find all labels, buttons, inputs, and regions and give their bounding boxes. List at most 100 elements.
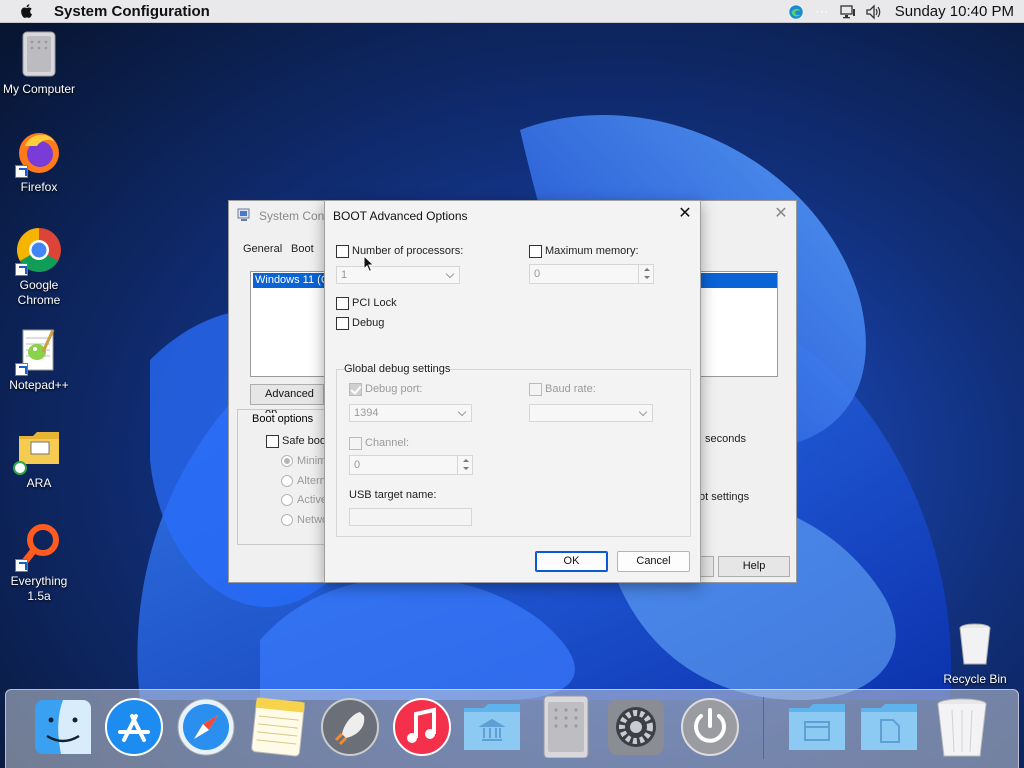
maximum-memory-label: Maximum memory: [545, 245, 639, 257]
desktop-icon-label: My Computer [2, 82, 76, 96]
chevron-down-icon [445, 269, 455, 279]
channel-label: Channel: [365, 437, 410, 449]
maximum-memory-spinner[interactable]: 0 [529, 264, 654, 284]
recycle-bin-icon [951, 620, 999, 668]
desktop-icon-chrome[interactable]: Google Chrome [0, 226, 79, 308]
mac-pro-icon [15, 30, 63, 78]
radio-alternate-shell[interactable] [281, 475, 293, 487]
safe-boot-checkbox[interactable] [266, 435, 279, 448]
everything-search-icon [15, 522, 63, 572]
timeout-seconds-label: seconds [705, 433, 746, 445]
desktop-icon-recycle-bin[interactable]: Recycle Bin [935, 620, 1015, 687]
mac-pro-icon[interactable] [534, 694, 598, 758]
advanced-options-button[interactable]: Advanced op [250, 384, 324, 419]
global-debug-settings-label: Global debug settings [344, 363, 451, 375]
desktop-icon-notepadpp[interactable]: Notepad++ [0, 326, 79, 393]
desktop-icon-label: Recycle Bin [943, 672, 1007, 686]
desktop-icon-label: Everything 1.5a [10, 574, 68, 603]
radio-active-label: Active [297, 494, 327, 506]
pci-lock-label: PCI Lock [352, 297, 397, 309]
number-of-processors-dropdown[interactable]: 1 [336, 266, 460, 284]
wifi-icon[interactable]: ⋯ [813, 4, 831, 20]
desktop-icon-label: Firefox [20, 180, 58, 194]
power-icon[interactable] [678, 694, 742, 758]
tab-general[interactable]: General [243, 243, 282, 255]
debug-checkbox[interactable] [336, 317, 349, 330]
maximum-memory-checkbox[interactable] [529, 245, 542, 258]
spinner-arrows-icon[interactable] [457, 456, 472, 474]
spinner-arrows-icon[interactable] [638, 265, 653, 283]
safari-icon[interactable] [174, 694, 238, 758]
shortcut-arrow-icon [15, 263, 28, 276]
desktop-icon-everything[interactable]: Everything 1.5a [0, 522, 79, 604]
debug-port-dropdown[interactable]: 1394 [349, 404, 472, 422]
apply-button-partial[interactable] [699, 556, 714, 577]
radio-network[interactable] [281, 514, 293, 526]
channel-value: 0 [354, 459, 361, 471]
desktop-icon-label: Google Chrome [17, 278, 61, 307]
close-icon[interactable]: ✕ [774, 206, 788, 222]
volume-icon[interactable] [865, 3, 883, 20]
active-app-title[interactable]: System Configuration [54, 3, 210, 20]
app-store-icon[interactable] [102, 694, 166, 758]
tab-boot[interactable]: Boot [291, 243, 314, 255]
baud-rate-label: Baud rate: [545, 383, 596, 395]
usb-target-name-label: USB target name: [349, 489, 437, 501]
mouse-pointer-icon [363, 255, 375, 273]
desktop-icon-label: ARA [26, 476, 52, 490]
radio-alternate-label: Altern [297, 475, 326, 487]
pci-lock-checkbox[interactable] [336, 297, 349, 310]
desktop-icon-ara[interactable]: ARA [0, 424, 79, 491]
chrome-icon [15, 226, 63, 276]
notes-icon[interactable] [246, 694, 310, 758]
folder-icon [13, 424, 63, 475]
apple-menu-icon[interactable] [18, 2, 36, 20]
notepadpp-icon [15, 326, 63, 376]
baud-rate-dropdown[interactable] [529, 404, 653, 422]
debug-port-checkbox[interactable] [349, 383, 362, 396]
safe-boot-label: Safe boo [282, 435, 327, 447]
dialog-title: BOOT Advanced Options [333, 209, 468, 223]
shortcut-arrow-icon [15, 559, 28, 572]
edge-icon[interactable] [787, 4, 805, 20]
chevron-down-icon [457, 407, 467, 417]
files-folder-icon[interactable] [857, 694, 921, 758]
trash-icon[interactable] [930, 694, 994, 758]
baud-rate-checkbox[interactable] [529, 383, 542, 396]
menu-clock[interactable]: Sunday 10:40 PM [895, 3, 1014, 20]
desktop-icon-firefox[interactable]: Firefox [0, 128, 79, 195]
radio-minimal[interactable] [281, 455, 293, 467]
desktop-icon-my-computer[interactable]: My Computer [0, 30, 79, 97]
usb-target-name-input[interactable] [349, 508, 472, 526]
dock-separator [763, 697, 764, 759]
shortcut-arrow-icon [15, 363, 28, 376]
finder-icon[interactable] [31, 694, 95, 758]
close-icon[interactable]: ✕ [678, 206, 692, 222]
make-boot-settings-permanent-label: ot settings [699, 491, 750, 503]
number-of-processors-checkbox[interactable] [336, 245, 349, 258]
channel-spinner[interactable]: 0 [349, 455, 473, 475]
channel-checkbox[interactable] [349, 437, 362, 450]
cancel-button[interactable]: Cancel [617, 551, 690, 572]
library-folder-icon[interactable] [460, 694, 524, 758]
help-button[interactable]: Help [718, 556, 790, 577]
menu-bar: System Configuration ⋯ Sunday 10:40 PM [0, 0, 1024, 23]
boot-options-label: Boot options [250, 413, 316, 425]
shortcut-arrow-icon [15, 165, 28, 178]
radio-minimal-label: Minim [297, 455, 327, 467]
maximum-memory-value: 0 [534, 268, 541, 280]
launchpad-icon[interactable] [318, 694, 382, 758]
debug-port-value: 1394 [354, 407, 379, 419]
network-icon[interactable] [839, 4, 857, 20]
system-preferences-icon[interactable] [604, 694, 668, 758]
sync-check-icon [13, 461, 27, 475]
ok-button[interactable]: OK [535, 551, 608, 572]
chevron-down-icon [638, 407, 648, 417]
documents-folder-icon[interactable] [785, 694, 849, 758]
number-of-processors-value: 1 [341, 269, 348, 281]
menu-extras: ⋯ Sunday 10:40 PM [787, 0, 1014, 23]
debug-port-label: Debug port: [365, 383, 423, 395]
desktop-icon-label: Notepad++ [9, 378, 69, 392]
radio-active-directory[interactable] [281, 494, 293, 506]
music-icon[interactable] [390, 694, 454, 758]
